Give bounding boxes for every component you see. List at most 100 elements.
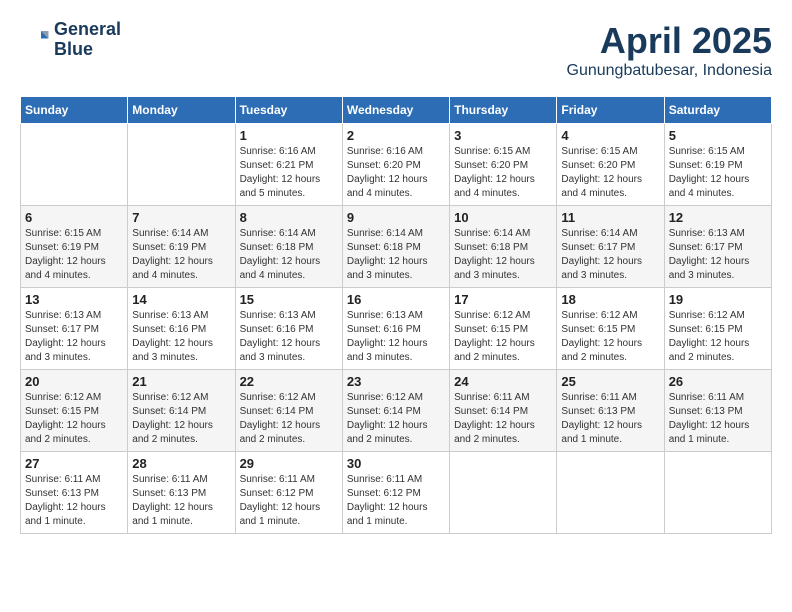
calendar-table: SundayMondayTuesdayWednesdayThursdayFrid… [20, 96, 772, 534]
day-info: Sunrise: 6:14 AM Sunset: 6:18 PM Dayligh… [240, 227, 338, 283]
title-area: April 2025 Gunungbatubesar, Indonesia [567, 20, 773, 80]
day-info: Sunrise: 6:15 AM Sunset: 6:19 PM Dayligh… [25, 227, 123, 283]
weekday-header-wednesday: Wednesday [342, 97, 449, 124]
calendar-cell: 9Sunrise: 6:14 AM Sunset: 6:18 PM Daylig… [342, 206, 449, 288]
calendar-cell: 22Sunrise: 6:12 AM Sunset: 6:14 PM Dayli… [235, 370, 342, 452]
calendar-cell: 8Sunrise: 6:14 AM Sunset: 6:18 PM Daylig… [235, 206, 342, 288]
calendar-cell: 19 Sunrise: 6:12 AM Sunset: 6:15 PM Dayli… [664, 288, 771, 370]
day-info: Sunrise: 6:11 AM Sunset: 6:13 PM Dayligh… [25, 473, 123, 529]
day-info: Sunrise: 6:12 AM Sunset: 6:15 PM Dayligh… [454, 309, 552, 365]
calendar-cell: 24 Sunrise: 6:11 AM Sunset: 6:14 PM Dayli… [450, 370, 557, 452]
calendar-cell: 2Sunrise: 6:16 AM Sunset: 6:20 PM Daylig… [342, 124, 449, 206]
month-title: April 2025 [567, 20, 773, 62]
day-number: 24 [454, 374, 552, 389]
calendar-week-row: 1 Sunrise: 6:16 AM Sunset: 6:21 PM Daylig… [21, 124, 772, 206]
day-number: 16 [347, 292, 445, 307]
calendar-cell: 16 Sunrise: 6:13 AM Sunset: 6:16 PM Dayli… [342, 288, 449, 370]
calendar-week-row: 27 Sunrise: 6:11 AM Sunset: 6:13 PM Dayli… [21, 452, 772, 534]
day-info: Sunrise: 6:15 AM Sunset: 6:20 PM Dayligh… [561, 145, 659, 201]
day-number: 22 [240, 374, 338, 389]
day-number: 30 [347, 456, 445, 471]
day-info: Sunrise: 6:13 AM Sunset: 6:16 PM Dayligh… [347, 309, 445, 365]
calendar-cell: 29Sunrise: 6:11 AM Sunset: 6:12 PM Dayli… [235, 452, 342, 534]
calendar-cell: 7Sunrise: 6:14 AM Sunset: 6:19 PM Daylig… [128, 206, 235, 288]
day-info: Sunrise: 6:12 AM Sunset: 6:15 PM Dayligh… [669, 309, 767, 365]
calendar-cell: 4Sunrise: 6:15 AM Sunset: 6:20 PM Daylig… [557, 124, 664, 206]
weekday-header-tuesday: Tuesday [235, 97, 342, 124]
day-info: Sunrise: 6:11 AM Sunset: 6:13 PM Dayligh… [132, 473, 230, 529]
calendar-cell: 11 Sunrise: 6:14 AM Sunset: 6:17 PM Dayli… [557, 206, 664, 288]
calendar-cell: 23 Sunrise: 6:12 AM Sunset: 6:14 PM Dayli… [342, 370, 449, 452]
calendar-cell [21, 124, 128, 206]
day-number: 19 [669, 292, 767, 307]
calendar-header-row: SundayMondayTuesdayWednesdayThursdayFrid… [21, 97, 772, 124]
day-info: Sunrise: 6:12 AM Sunset: 6:15 PM Dayligh… [25, 391, 123, 447]
weekday-header-saturday: Saturday [664, 97, 771, 124]
calendar-cell [664, 452, 771, 534]
calendar-cell: 20 Sunrise: 6:12 AM Sunset: 6:15 PM Dayli… [21, 370, 128, 452]
day-info: Sunrise: 6:12 AM Sunset: 6:14 PM Dayligh… [347, 391, 445, 447]
day-number: 20 [25, 374, 123, 389]
day-info: Sunrise: 6:11 AM Sunset: 6:13 PM Dayligh… [669, 391, 767, 447]
day-info: Sunrise: 6:14 AM Sunset: 6:18 PM Dayligh… [454, 227, 552, 283]
calendar-cell: 13 Sunrise: 6:13 AM Sunset: 6:17 PM Dayli… [21, 288, 128, 370]
day-number: 27 [25, 456, 123, 471]
day-info: Sunrise: 6:11 AM Sunset: 6:13 PM Dayligh… [561, 391, 659, 447]
calendar-cell [557, 452, 664, 534]
calendar-cell [128, 124, 235, 206]
calendar-cell: 12Sunrise: 6:13 AM Sunset: 6:17 PM Dayli… [664, 206, 771, 288]
calendar-cell: 14 Sunrise: 6:13 AM Sunset: 6:16 PM Dayli… [128, 288, 235, 370]
weekday-header-sunday: Sunday [21, 97, 128, 124]
day-info: Sunrise: 6:12 AM Sunset: 6:14 PM Dayligh… [132, 391, 230, 447]
day-number: 17 [454, 292, 552, 307]
calendar-cell: 1 Sunrise: 6:16 AM Sunset: 6:21 PM Daylig… [235, 124, 342, 206]
day-number: 26 [669, 374, 767, 389]
weekday-header-friday: Friday [557, 97, 664, 124]
day-info: Sunrise: 6:14 AM Sunset: 6:18 PM Dayligh… [347, 227, 445, 283]
calendar-week-row: 6 Sunrise: 6:15 AM Sunset: 6:19 PM Daylig… [21, 206, 772, 288]
logo-text: General Blue [54, 20, 121, 60]
day-info: Sunrise: 6:11 AM Sunset: 6:14 PM Dayligh… [454, 391, 552, 447]
header: General Blue April 2025 Gunungbatubesar,… [20, 20, 772, 80]
day-number: 10 [454, 210, 552, 225]
day-number: 5 [669, 128, 767, 143]
location-subtitle: Gunungbatubesar, Indonesia [567, 62, 773, 80]
day-info: Sunrise: 6:15 AM Sunset: 6:19 PM Dayligh… [669, 145, 767, 201]
day-number: 18 [561, 292, 659, 307]
weekday-header-thursday: Thursday [450, 97, 557, 124]
calendar-cell: 28Sunrise: 6:11 AM Sunset: 6:13 PM Dayli… [128, 452, 235, 534]
day-number: 14 [132, 292, 230, 307]
calendar-cell: 3 Sunrise: 6:15 AM Sunset: 6:20 PM Daylig… [450, 124, 557, 206]
day-number: 15 [240, 292, 338, 307]
day-number: 6 [25, 210, 123, 225]
day-number: 3 [454, 128, 552, 143]
day-number: 7 [132, 210, 230, 225]
logo-icon [20, 25, 50, 55]
calendar-cell: 10 Sunrise: 6:14 AM Sunset: 6:18 PM Dayli… [450, 206, 557, 288]
day-info: Sunrise: 6:15 AM Sunset: 6:20 PM Dayligh… [454, 145, 552, 201]
day-number: 2 [347, 128, 445, 143]
day-info: Sunrise: 6:13 AM Sunset: 6:16 PM Dayligh… [240, 309, 338, 365]
day-number: 1 [240, 128, 338, 143]
logo: General Blue [20, 20, 121, 60]
calendar-cell [450, 452, 557, 534]
calendar-cell: 6 Sunrise: 6:15 AM Sunset: 6:19 PM Daylig… [21, 206, 128, 288]
calendar-cell: 15 Sunrise: 6:13 AM Sunset: 6:16 PM Dayli… [235, 288, 342, 370]
day-info: Sunrise: 6:13 AM Sunset: 6:16 PM Dayligh… [132, 309, 230, 365]
day-info: Sunrise: 6:13 AM Sunset: 6:17 PM Dayligh… [25, 309, 123, 365]
day-info: Sunrise: 6:11 AM Sunset: 6:12 PM Dayligh… [347, 473, 445, 529]
day-number: 13 [25, 292, 123, 307]
day-info: Sunrise: 6:14 AM Sunset: 6:17 PM Dayligh… [561, 227, 659, 283]
day-number: 25 [561, 374, 659, 389]
calendar-cell: 30 Sunrise: 6:11 AM Sunset: 6:12 PM Dayli… [342, 452, 449, 534]
day-info: Sunrise: 6:16 AM Sunset: 6:21 PM Dayligh… [240, 145, 338, 201]
calendar-cell: 27 Sunrise: 6:11 AM Sunset: 6:13 PM Dayli… [21, 452, 128, 534]
day-number: 23 [347, 374, 445, 389]
day-info: Sunrise: 6:12 AM Sunset: 6:15 PM Dayligh… [561, 309, 659, 365]
calendar-cell: 18 Sunrise: 6:12 AM Sunset: 6:15 PM Dayli… [557, 288, 664, 370]
calendar-cell: 5 Sunrise: 6:15 AM Sunset: 6:19 PM Daylig… [664, 124, 771, 206]
day-info: Sunrise: 6:11 AM Sunset: 6:12 PM Dayligh… [240, 473, 338, 529]
day-number: 21 [132, 374, 230, 389]
day-number: 11 [561, 210, 659, 225]
calendar-cell: 17 Sunrise: 6:12 AM Sunset: 6:15 PM Dayli… [450, 288, 557, 370]
